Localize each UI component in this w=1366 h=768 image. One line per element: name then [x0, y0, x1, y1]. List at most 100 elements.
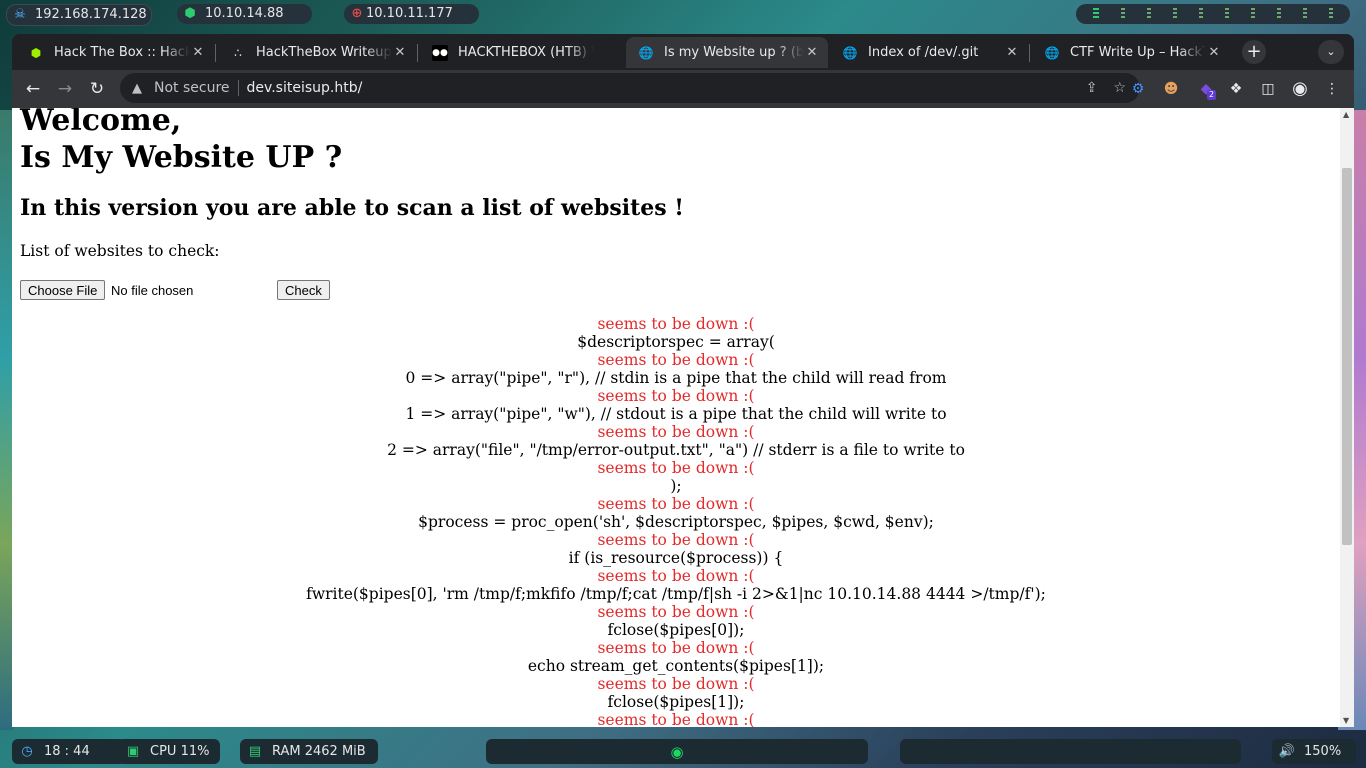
- new-tab-button[interactable]: +: [1242, 40, 1266, 64]
- tab-is-my-website-up[interactable]: 🌐 Is my Website up ? (beta) ✕: [626, 37, 828, 68]
- warning-icon[interactable]: ▲: [132, 81, 148, 96]
- skull-icon: ☠: [14, 7, 26, 22]
- close-icon[interactable]: ✕: [1004, 45, 1020, 60]
- side-panel-icon[interactable]: ◫: [1259, 80, 1277, 98]
- target-ip-text: 10.10.11.177: [366, 6, 453, 21]
- workspace-4[interactable]: [1173, 8, 1177, 20]
- result-line: 0 => array("pipe", "r"), // stdin is a p…: [405, 369, 947, 387]
- choose-file-button[interactable]: Choose File: [20, 280, 106, 300]
- vpn-ip-indicator: ⬢ 10.10.14.88: [177, 4, 312, 24]
- workspace-5[interactable]: [1199, 8, 1203, 20]
- tab-htb-writeups[interactable]: ∴ HackTheBox Writeups ✕: [218, 37, 416, 68]
- globe-icon: 🌐: [638, 45, 654, 60]
- no-file-chosen-text: No file chosen: [111, 283, 194, 298]
- tab-divider: [215, 44, 216, 62]
- extension-face-icon[interactable]: ☻: [1162, 80, 1180, 98]
- speaker-icon[interactable]: 🔊: [1279, 744, 1295, 759]
- omnibox-divider: [237, 80, 239, 96]
- scroll-down-arrow-icon[interactable]: ▼: [1343, 716, 1349, 725]
- close-icon[interactable]: ✕: [804, 45, 820, 60]
- workspace-6[interactable]: [1225, 8, 1229, 20]
- security-label[interactable]: Not secure: [154, 80, 230, 96]
- volume-text: 150%: [1304, 744, 1342, 759]
- heading-welcome: Welcome,: [20, 108, 182, 138]
- cube-icon: ⬢: [184, 6, 196, 21]
- target-ip-indicator: ⊕ 10.10.11.177: [344, 4, 479, 24]
- workspace-7[interactable]: [1251, 8, 1255, 20]
- share-icon[interactable]: ⇪: [1086, 80, 1098, 96]
- heading-site-up: Is My Website UP ?: [20, 140, 343, 175]
- tab-hackthebox[interactable]: ⬢ Hack The Box :: Hack The Box ✕: [16, 37, 214, 68]
- profile-avatar-icon[interactable]: ◉: [1291, 80, 1309, 98]
- scroll-up-arrow-icon[interactable]: ▲: [1343, 110, 1349, 119]
- extension-gear-icon[interactable]: ⚙: [1129, 80, 1147, 98]
- result-down-message: seems to be down :(: [597, 351, 755, 369]
- result-line: if (is_resource($process)) {: [568, 549, 784, 567]
- page-scrollbar[interactable]: ▲ ▼: [1340, 108, 1354, 727]
- puzzle-icon[interactable]: ❖: [1227, 80, 1245, 98]
- url-text[interactable]: dev.siteisup.htb/: [247, 80, 363, 96]
- result-down-message: seems to be down :(: [597, 531, 755, 549]
- workspace-9[interactable]: [1303, 8, 1307, 20]
- result-down-message: seems to be down :(: [597, 639, 755, 657]
- workspace-2[interactable]: [1121, 8, 1125, 20]
- workspace-3[interactable]: [1147, 8, 1151, 20]
- close-icon[interactable]: ✕: [1206, 45, 1222, 60]
- result-down-message: seems to be down :(: [597, 711, 755, 727]
- tab-title: HackTheBox Writeups: [256, 45, 392, 60]
- cpu-text: CPU 11%: [150, 744, 210, 759]
- workspace-switcher[interactable]: [1076, 4, 1350, 24]
- tab-medium-htb[interactable]: ●● HACKTHEBOX (HTB) Writeups: [420, 37, 618, 68]
- media-player-widget[interactable]: ◉: [486, 739, 868, 764]
- close-icon[interactable]: ✕: [190, 45, 206, 60]
- result-line: $descriptorspec = array(: [577, 333, 775, 351]
- extension-wappalyzer-icon[interactable]: ◆ 2: [1197, 80, 1217, 100]
- close-icon[interactable]: ✕: [392, 45, 408, 60]
- tab-title: HACKTHEBOX (HTB) Writeups: [458, 45, 594, 60]
- volume-widget[interactable]: 🔊 150%: [1272, 739, 1356, 764]
- workspace-10[interactable]: [1329, 8, 1333, 20]
- local-ip-indicator: ☠ 192.168.174.128: [6, 4, 152, 26]
- forward-button[interactable]: →: [53, 77, 77, 101]
- kebab-menu-icon[interactable]: ⋮: [1323, 80, 1341, 98]
- tab-ctf-writeup[interactable]: 🌐 CTF Write Up – HackTheBox ✕: [1032, 37, 1230, 68]
- address-bar[interactable]: ▲ Not secure dev.siteisup.htb/ ⇪ ☆: [120, 73, 1140, 103]
- tab-index-dev-git[interactable]: 🌐 Index of /dev/.git ✕: [830, 37, 1028, 68]
- cpu-chip-icon: ▣: [126, 744, 140, 759]
- clock-icon: ◷: [21, 744, 33, 759]
- ram-text: RAM 2462 MiB: [272, 744, 366, 759]
- scrollbar-thumb[interactable]: [1342, 168, 1352, 545]
- browser-window: ⬢ Hack The Box :: Hack The Box ✕ ∴ HackT…: [12, 34, 1354, 727]
- medium-icon: ●●: [432, 44, 448, 61]
- result-line: fclose($pipes[1]);: [607, 693, 745, 711]
- check-button[interactable]: Check: [277, 280, 330, 300]
- page-title: Welcome, Is My Website UP ?: [20, 108, 342, 176]
- tab-title: Index of /dev/.git: [868, 45, 979, 60]
- result-down-message: seems to be down :(: [597, 495, 755, 513]
- result-down-message: seems to be down :(: [597, 387, 755, 405]
- result-line: $process = proc_open('sh', $descriptorsp…: [418, 513, 934, 531]
- spotify-icon[interactable]: ◉: [670, 743, 683, 761]
- result-down-message: seems to be down :(: [597, 423, 755, 441]
- result-line: 2 => array("file", "/tmp/error-output.tx…: [387, 441, 965, 459]
- tab-search-button[interactable]: ⌄: [1318, 40, 1344, 64]
- page-content: Welcome, Is My Website UP ? In this vers…: [12, 108, 1340, 727]
- back-button[interactable]: ←: [21, 77, 45, 101]
- tab-title: Hack The Box :: Hack The Box: [54, 45, 190, 60]
- result-down-message: seems to be down :(: [597, 567, 755, 585]
- result-line: );: [670, 477, 682, 495]
- reload-button[interactable]: ↻: [85, 77, 109, 101]
- workspace-1[interactable]: [1093, 8, 1099, 20]
- vpn-ip-text: 10.10.14.88: [205, 6, 284, 21]
- bookmark-star-icon[interactable]: ☆: [1113, 80, 1126, 96]
- taskbar-window-list[interactable]: [900, 739, 1241, 764]
- result-line: 1 => array("pipe", "w"), // stdout is a …: [405, 405, 947, 423]
- workspace-8[interactable]: [1277, 8, 1281, 20]
- system-bottombar: ◷ 18 : 44 ▣ CPU 11% ▤ RAM 2462 MiB ◉ 🔊 1…: [0, 736, 1366, 768]
- clock-widget: ◷ 18 : 44: [12, 739, 126, 764]
- result-line: fclose($pipes[0]);: [607, 621, 745, 639]
- cpu-widget: ▣ CPU 11%: [118, 739, 220, 764]
- websites-list-label: List of websites to check:: [20, 242, 220, 260]
- tab-divider: [417, 44, 418, 62]
- system-topbar: ☠ 192.168.174.128 ⬢ 10.10.14.88 ⊕ 10.10.…: [0, 0, 1366, 28]
